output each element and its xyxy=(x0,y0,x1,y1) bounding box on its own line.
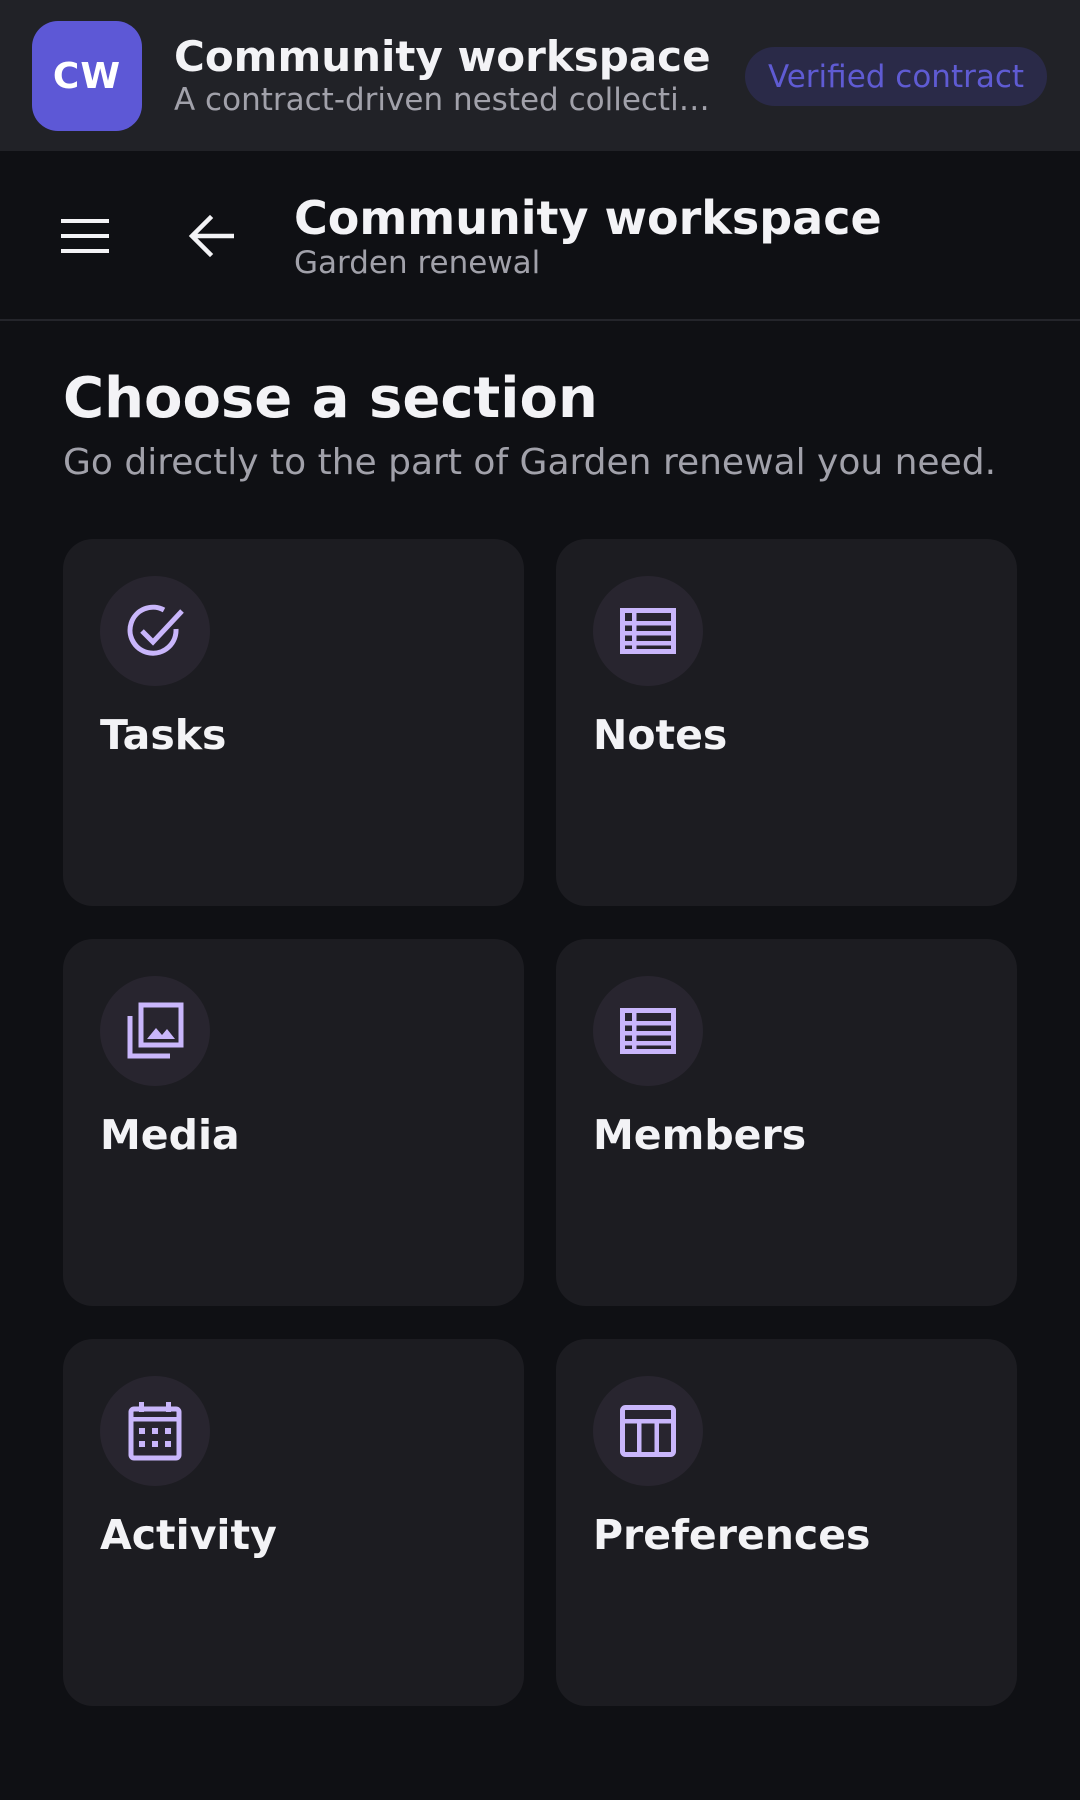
list-icon xyxy=(620,608,676,654)
check-circle-icon xyxy=(127,604,184,656)
table-icon xyxy=(620,1405,676,1457)
verified-contract-badge: Verified contract xyxy=(745,47,1047,106)
nav-bar: Community workspace Garden renewal xyxy=(0,151,1080,321)
page-description: Go directly to the part of Garden renewa… xyxy=(63,442,997,483)
nav-subtitle: Garden renewal xyxy=(294,245,541,281)
app-title: Community workspace xyxy=(174,32,711,81)
list-icon xyxy=(620,1008,676,1054)
card-label: Notes xyxy=(593,711,728,759)
card-label: Activity xyxy=(100,1511,277,1559)
card-label: Tasks xyxy=(100,711,227,759)
calendar-icon xyxy=(128,1402,182,1461)
card-icon-container xyxy=(100,976,210,1086)
card-label: Media xyxy=(100,1111,240,1159)
card-label: Members xyxy=(593,1111,807,1159)
card-icon-container xyxy=(593,976,703,1086)
card-label: Preferences xyxy=(593,1511,871,1559)
section-card-media[interactable]: Media xyxy=(63,939,524,1306)
section-card-tasks[interactable]: Tasks xyxy=(63,539,524,906)
menu-button[interactable] xyxy=(50,201,120,271)
app-logo: CW xyxy=(32,21,142,131)
nav-title: Community workspace xyxy=(294,191,882,245)
app-header: CW Community workspace A contract-driven… xyxy=(0,0,1080,151)
card-icon-container xyxy=(593,1376,703,1486)
section-card-notes[interactable]: Notes xyxy=(556,539,1017,906)
arrow-left-icon xyxy=(188,214,234,258)
menu-icon xyxy=(61,219,109,253)
back-button[interactable] xyxy=(176,201,246,271)
section-card-members[interactable]: Members xyxy=(556,939,1017,1306)
photo-library-icon xyxy=(127,1002,184,1059)
page-title: Choose a section xyxy=(63,366,598,431)
card-icon-container xyxy=(100,576,210,686)
card-icon-container xyxy=(100,1376,210,1486)
app-subtitle: A contract-driven nested collection brow… xyxy=(174,82,714,118)
card-icon-container xyxy=(593,576,703,686)
section-card-preferences[interactable]: Preferences xyxy=(556,1339,1017,1706)
section-card-activity[interactable]: Activity xyxy=(63,1339,524,1706)
